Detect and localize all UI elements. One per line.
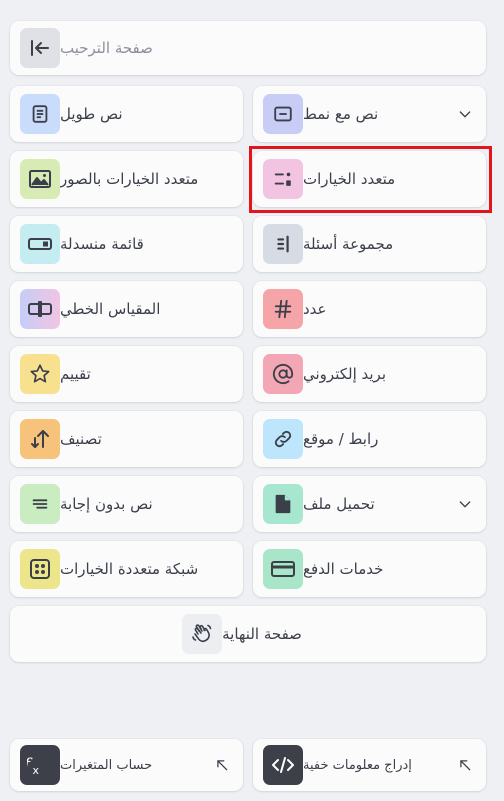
link-icon [263,419,303,459]
credit-card-icon [263,549,303,589]
item-rating[interactable]: تقييم [10,346,243,402]
item-link[interactable]: رابط / موقع [253,411,486,467]
arrow-up-left-icon [211,754,233,776]
function-fx-icon: f x [20,745,60,785]
welcome-page-item[interactable]: صفحة الترحيب [10,21,486,75]
item-payment[interactable]: خدمات الدفع [253,541,486,597]
star-icon [20,354,60,394]
item-calculate-variables[interactable]: f x حساب المتغيرات [10,739,243,791]
item-label: مجموعة أسئلة [303,235,394,253]
image-icon [20,159,60,199]
item-statement[interactable]: نص بدون إجابة [10,476,243,532]
item-label: قائمة منسدلة [60,235,144,253]
dropdown-toggle-icon [20,224,60,264]
item-label: رابط / موقع [303,430,379,448]
item-label: خدمات الدفع [303,560,384,578]
item-label: عدد [303,300,327,318]
document-lines-icon [20,94,60,134]
question-group-icon [263,224,303,264]
item-label: تصنيف [60,430,102,448]
item-text-with-style[interactable]: نص مع نمط [253,86,486,142]
end-page-item[interactable]: صفحة النهاية [10,606,486,662]
item-label: تحميل ملف [303,495,375,513]
item-label: تقييم [60,365,91,383]
item-dropdown[interactable]: قائمة منسدلة [10,216,243,272]
item-label: نص طويل [60,105,123,123]
item-question-group[interactable]: مجموعة أسئلة [253,216,486,272]
item-label: المقياس الخطي [60,300,161,318]
code-icon [263,745,303,785]
item-label: متعدد الخيارات بالصور [60,170,199,188]
svg-text:x: x [32,764,39,777]
item-ranking[interactable]: تصنيف [10,411,243,467]
item-email[interactable]: بريد إلكتروني [253,346,486,402]
collapse-left-icon [20,28,60,68]
sort-arrows-icon [20,419,60,459]
item-linear-scale[interactable]: المقياس الخطي [10,281,243,337]
text-frame-icon [263,94,303,134]
item-file-upload[interactable]: تحميل ملف [253,476,486,532]
welcome-page-label: صفحة الترحيب [60,39,153,57]
selection-highlight [249,146,492,213]
arrow-up-left-icon [454,754,476,776]
item-label: نص بدون إجابة [60,495,153,513]
file-icon [263,484,303,524]
chevron-down-icon[interactable] [454,493,476,515]
waving-hand-icon [182,614,223,654]
item-long-text[interactable]: نص طويل [10,86,243,142]
item-hidden-fields[interactable]: إدراج معلومات خفية [253,739,486,791]
hash-icon [263,289,303,329]
item-number[interactable]: عدد [253,281,486,337]
item-label: بريد إلكتروني [303,365,387,383]
item-label: حساب المتغيرات [60,757,153,773]
end-page-label: صفحة النهاية [222,625,302,643]
linear-scale-icon [20,289,60,329]
chevron-down-icon[interactable] [454,103,476,125]
item-choice-grid[interactable]: شبكة متعددة الخيارات [10,541,243,597]
item-label: إدراج معلومات خفية [303,757,412,773]
at-sign-icon [263,354,303,394]
item-label: نص مع نمط [303,105,379,123]
item-image-choice[interactable]: متعدد الخيارات بالصور [10,151,243,207]
item-label: شبكة متعددة الخيارات [60,560,199,578]
grid-icon [20,549,60,589]
statement-lines-icon [20,484,60,524]
